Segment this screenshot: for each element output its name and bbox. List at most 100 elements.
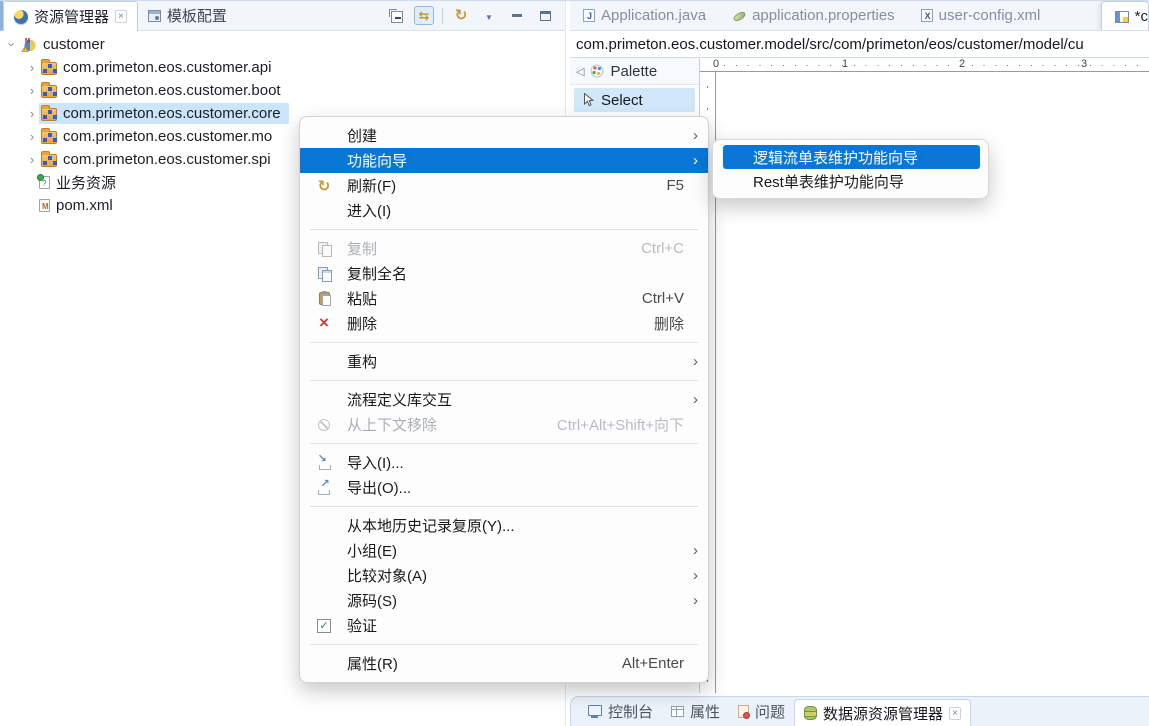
- chevron-collapsed-icon[interactable]: [25, 60, 39, 75]
- tree-item-package-boot[interactable]: com.primeton.eos.customer.boot: [0, 79, 565, 102]
- palette-tool-select[interactable]: Select: [574, 88, 695, 112]
- export-icon: [317, 481, 332, 495]
- tab-application-java[interactable]: Application.java: [570, 1, 719, 30]
- chevron-collapsed-icon[interactable]: [25, 152, 39, 167]
- close-icon[interactable]: [115, 10, 127, 23]
- console-icon: [588, 705, 602, 718]
- tab-console[interactable]: 控制台: [579, 697, 662, 726]
- menu-item-remove-from-context: 从上下文移除 Ctrl+Alt+Shift+向下: [300, 412, 708, 437]
- refresh-button[interactable]: [451, 6, 471, 26]
- left-panel-tabbar: 资源管理器 模板配置: [0, 1, 565, 31]
- tab-application-properties[interactable]: application.properties: [719, 1, 908, 30]
- menu-item-create[interactable]: 创建: [300, 123, 708, 148]
- collapse-all-button[interactable]: [386, 6, 406, 26]
- menu-item-label: 重构: [347, 351, 688, 372]
- tree-item-label: customer: [43, 36, 105, 53]
- tab-properties[interactable]: 属性: [662, 697, 729, 726]
- tree-item-label: com.primeton.eos.customer.core: [63, 105, 281, 122]
- view-menu-button[interactable]: [479, 6, 499, 26]
- palette-icon: [590, 64, 604, 78]
- function-wizard-submenu: 逻辑流单表维护功能向导 Rest单表维护功能向导: [712, 139, 989, 199]
- java-file-icon: [583, 9, 595, 22]
- menu-item-delete[interactable]: 删除 删除: [300, 311, 708, 336]
- menu-item-label: 删除: [347, 313, 654, 334]
- submenu-item-label: 逻辑流单表维护功能向导: [753, 147, 918, 168]
- module-folder-icon: [41, 108, 57, 121]
- menu-item-go-into[interactable]: 进入(I): [300, 198, 708, 223]
- menu-item-source[interactable]: 源码(S): [300, 588, 708, 613]
- submenu-arrow-icon: [688, 542, 698, 559]
- submenu-item-logicflow-wizard[interactable]: 逻辑流单表维护功能向导: [723, 145, 980, 169]
- tab-datasource-explorer[interactable]: 数据源资源管理器: [794, 699, 971, 726]
- tab-active-form-editor[interactable]: *c: [1101, 1, 1149, 31]
- menu-item-team[interactable]: 小组(E): [300, 538, 708, 563]
- menu-item-process-library[interactable]: 流程定义库交互: [300, 387, 708, 412]
- tab-problems[interactable]: 问题: [729, 697, 794, 726]
- menu-separator: [310, 380, 698, 381]
- collapse-all-icon: [389, 9, 403, 23]
- menu-item-refactor[interactable]: 重构: [300, 349, 708, 374]
- maximize-button[interactable]: [535, 6, 555, 26]
- link-with-editor-button[interactable]: [414, 6, 434, 25]
- refresh-icon: [455, 6, 468, 25]
- copy-icon: [318, 242, 331, 255]
- ruler-number: 1: [842, 58, 848, 70]
- tab-template-config[interactable]: 模板配置: [138, 1, 237, 30]
- chevron-collapsed-icon[interactable]: [25, 83, 39, 98]
- menu-item-properties[interactable]: 属性(R) Alt+Enter: [300, 651, 708, 676]
- refresh-icon: [318, 177, 331, 195]
- menu-item-validate[interactable]: 验证: [300, 613, 708, 638]
- eos-studio-window: 资源管理器 模板配置: [0, 0, 1149, 725]
- copy-qualified-name-icon: [318, 267, 331, 280]
- chevron-collapsed-icon[interactable]: [25, 106, 39, 121]
- resource-explorer-icon: [14, 10, 28, 24]
- menu-item-copy-qualified-name[interactable]: 复制全名: [300, 261, 708, 286]
- submenu-arrow-icon: [688, 353, 698, 370]
- chevron-expanded-icon[interactable]: [5, 38, 20, 52]
- menu-separator: [310, 342, 698, 343]
- breadcrumb[interactable]: com.primeton.eos.customer.model/src/com/…: [570, 31, 1149, 58]
- ruler-number: 0: [713, 58, 719, 70]
- minimize-icon: [512, 14, 522, 17]
- menu-item-label: 复制: [347, 238, 641, 259]
- tab-label: 资源管理器: [34, 6, 109, 27]
- remove-from-context-icon: [318, 419, 330, 431]
- palette-collapse-icon[interactable]: [576, 65, 584, 78]
- menu-item-copy: 复制 Ctrl+C: [300, 236, 708, 261]
- submenu-item-rest-wizard[interactable]: Rest单表维护功能向导: [713, 169, 988, 193]
- tree-item-package-api[interactable]: com.primeton.eos.customer.api: [0, 56, 565, 79]
- svg-text:M: M: [25, 38, 30, 44]
- module-folder-icon: [41, 62, 57, 75]
- menu-separator: [310, 644, 698, 645]
- menu-item-refresh[interactable]: 刷新(F) F5: [300, 173, 708, 198]
- menu-item-restore-from-history[interactable]: 从本地历史记录复原(Y)...: [300, 513, 708, 538]
- menu-item-label: 源码(S): [347, 590, 688, 611]
- close-icon[interactable]: [949, 707, 961, 720]
- paste-icon: [319, 292, 330, 305]
- menu-item-label: 流程定义库交互: [347, 389, 688, 410]
- editor-tabbar: Application.java application.properties …: [570, 1, 1149, 31]
- form-editor-icon: [1115, 11, 1129, 23]
- tab-user-config-xml[interactable]: user-config.xml: [908, 1, 1054, 30]
- svg-text:!: !: [24, 47, 25, 52]
- tab-resource-explorer[interactable]: 资源管理器: [3, 1, 138, 31]
- properties-table-icon: [671, 706, 684, 717]
- palette-tool-label: Select: [601, 92, 643, 109]
- selected-tree-item[interactable]: com.primeton.eos.customer.core: [39, 103, 289, 124]
- problems-icon: [738, 705, 749, 718]
- tree-item-project-customer[interactable]: M ! customer: [0, 33, 565, 56]
- menu-item-compare-with[interactable]: 比较对象(A): [300, 563, 708, 588]
- minimize-button[interactable]: [507, 6, 527, 26]
- menu-item-paste[interactable]: 粘贴 Ctrl+V: [300, 286, 708, 311]
- chevron-collapsed-icon[interactable]: [25, 129, 39, 144]
- menu-item-label: 功能向导: [347, 150, 688, 171]
- link-with-editor-icon: [419, 7, 430, 25]
- menu-item-export[interactable]: 导出(O)...: [300, 475, 708, 500]
- menu-item-label: 刷新(F): [347, 175, 666, 196]
- menu-item-function-wizard[interactable]: 功能向导: [300, 148, 708, 173]
- menu-item-label: 进入(I): [347, 200, 698, 221]
- menu-item-import[interactable]: 导入(I)...: [300, 450, 708, 475]
- horizontal-ruler: 0 1 2 3: [700, 58, 1149, 72]
- menu-item-label: 创建: [347, 125, 688, 146]
- tab-label: 数据源资源管理器: [823, 703, 943, 724]
